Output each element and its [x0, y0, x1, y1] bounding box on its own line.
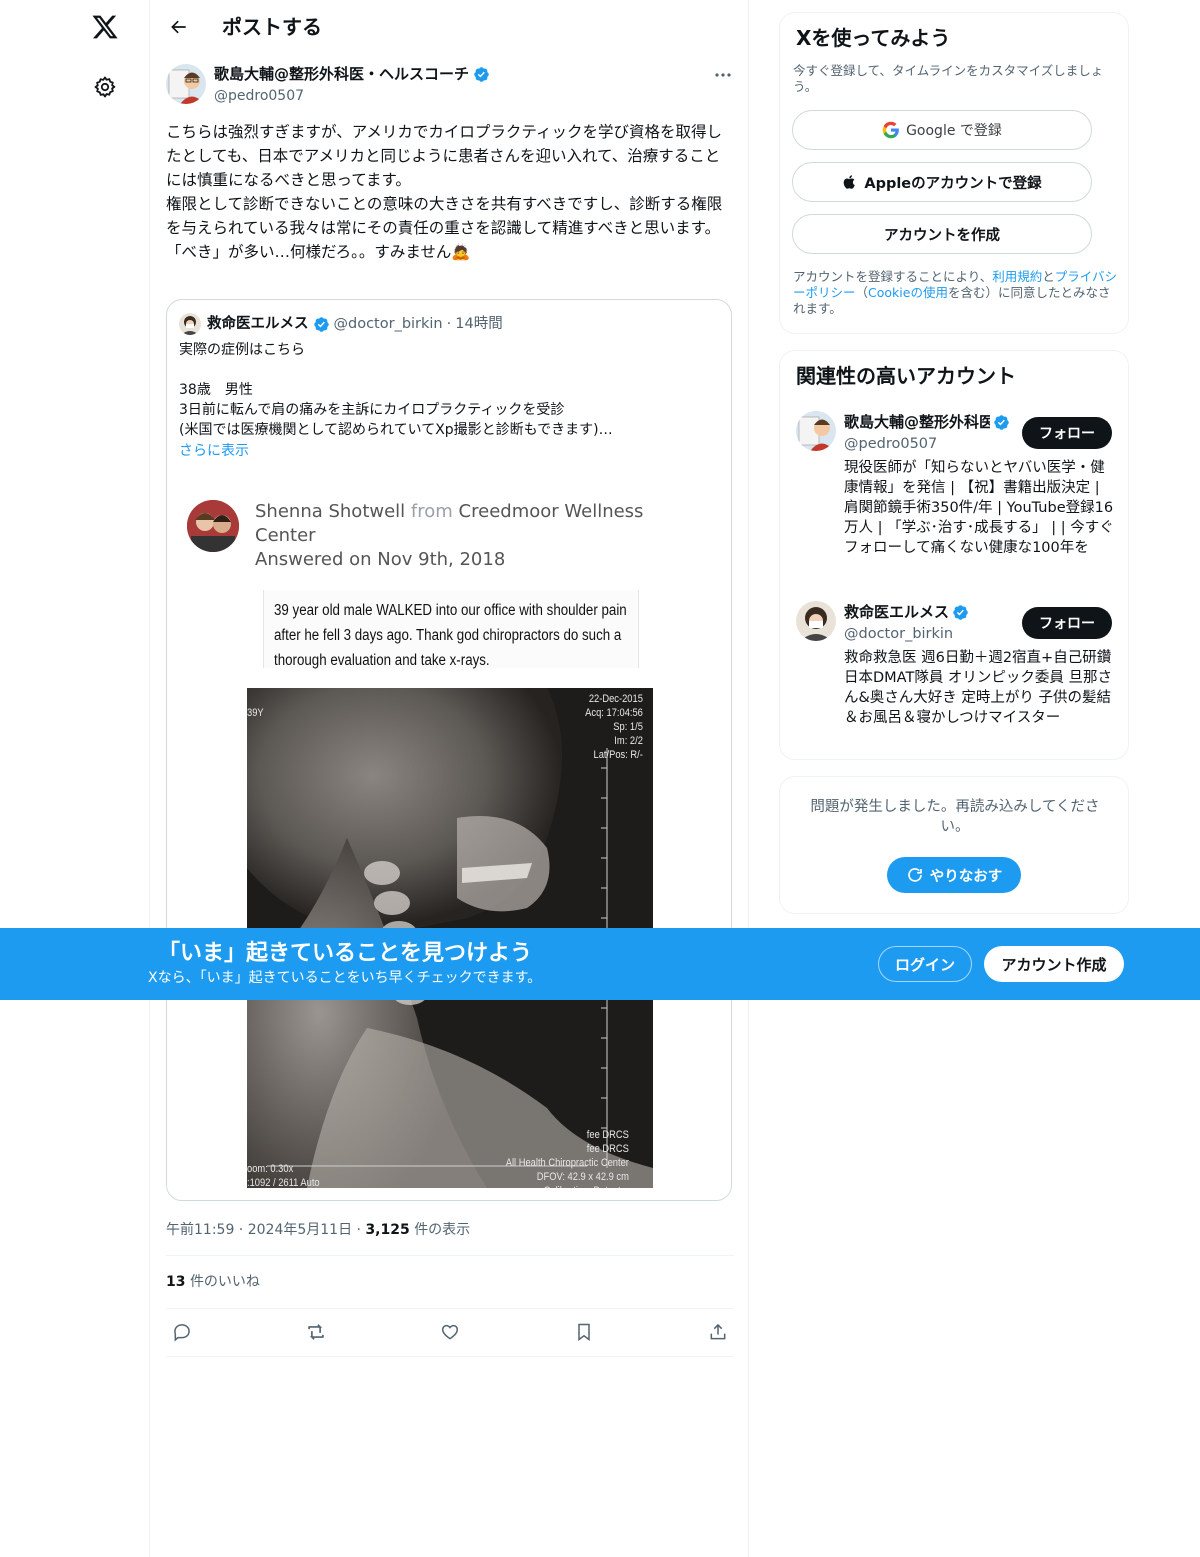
- terms-link[interactable]: 利用規約: [992, 269, 1042, 284]
- quote-text: 実際の症例はこちら 38歳 男性 3日前に転んで肩の痛みを主訴にカイロプラクティ…: [179, 342, 613, 438]
- verified-badge-icon: [474, 66, 489, 82]
- author-avatar[interactable]: [166, 64, 206, 104]
- reply-icon[interactable]: [168, 1318, 196, 1346]
- main-column: ポストする 歌島大輔@整形外科医・ヘルスコーチ @pedro0507 こちらは強…: [149, 0, 749, 1557]
- xray-label-top-right: 22-Dec-2015 Acq: 17:04:56 Sp: 1/5 Im: 2/…: [585, 693, 643, 761]
- repost-icon[interactable]: [302, 1318, 330, 1346]
- quote-dot: ·: [446, 316, 452, 332]
- signup-button[interactable]: アカウント作成: [984, 946, 1124, 982]
- post-time[interactable]: 午前11:59: [166, 1222, 234, 1238]
- error-message: 問題が発生しました。再読み込みしてください。: [810, 799, 1100, 835]
- related-bio: 現役医師が「知らないとヤバい医学・健康情報」を発信 | 【祝】書籍出版決定 | …: [844, 460, 1114, 556]
- follow-button[interactable]: フォロー: [1022, 417, 1112, 449]
- login-banner: 「いま」起きていることを見つけよう Xなら、「いま」起きていることをいち早くチェ…: [0, 928, 1200, 1000]
- xray-label-top-left: 39Y: [247, 707, 264, 719]
- related-name[interactable]: 歌島大輔@整形外科医・ヘルスコーチ: [844, 412, 1010, 432]
- related-accounts-card: 関連性の高いアカウント 歌島大輔@整形外科医・ヘルスコーチ @pedro0507…: [779, 350, 1129, 760]
- bookmark-icon[interactable]: [570, 1318, 598, 1346]
- terms-part-2: と: [1042, 269, 1055, 284]
- quoted-post[interactable]: 救命医エルメス @doctor_birkin · 14時間 実際の症例はこちら …: [166, 299, 732, 1201]
- terms-part-3: （: [855, 285, 869, 300]
- author-handle[interactable]: @pedro0507: [214, 86, 304, 106]
- apple-signup-label: Appleのアカウントで登録: [864, 175, 1042, 192]
- page-title: ポストする: [222, 15, 322, 39]
- related-bio: 救命救急医 週6日勤＋週2宿直+自己研鑽 日本DMAT隊員 オリンピック委員 旦…: [844, 650, 1116, 726]
- refresh-icon: [907, 868, 922, 882]
- related-name[interactable]: 救命医エルメス: [844, 602, 969, 622]
- quote-author-name[interactable]: 救命医エルメス: [207, 313, 309, 335]
- google-icon: [882, 121, 899, 139]
- quote-image[interactable]: Shenna Shotwell from Creedmoor Wellness …: [167, 478, 731, 1200]
- x-logo-icon[interactable]: [86, 8, 124, 46]
- share-icon[interactable]: [704, 1318, 732, 1346]
- apple-signup-button[interactable]: Appleのアカウントで登録: [792, 162, 1092, 202]
- answered-date: Answered on Nov 9th, 2018: [255, 549, 506, 570]
- follow-button[interactable]: フォロー: [1022, 607, 1112, 639]
- verified-badge-icon: [994, 414, 1009, 430]
- apple-icon: [844, 175, 856, 189]
- gear-icon[interactable]: [88, 70, 122, 104]
- author-name[interactable]: 歌島大輔@整形外科医・ヘルスコーチ: [214, 64, 490, 84]
- terms-text: アカウントを登録することにより、利用規約とプライバシーポリシー（Cookieの使…: [793, 269, 1118, 317]
- signup-card: Xを使ってみよう 今すぐ登録して、タイムラインをカスタマイズしましょう。 Goo…: [779, 12, 1129, 334]
- post-text: こちらは強烈すぎますが、アメリカでカイロプラクティックを学び資格を取得したとして…: [166, 123, 723, 261]
- answerer-from: from: [410, 501, 453, 522]
- arrow-left-icon[interactable]: [162, 10, 196, 44]
- related-name-text: 救命医エルメス: [844, 603, 950, 621]
- show-more-link[interactable]: さらに表示: [179, 441, 249, 461]
- signup-subtitle: 今すぐ登録して、タイムラインをカスタマイズしましょう。: [793, 63, 1104, 94]
- xray-label-bottom-right: fee DRCS fee DRCS All Health Chiropracti…: [505, 1129, 629, 1188]
- create-account-button[interactable]: アカウントを作成: [792, 214, 1092, 254]
- banner-title: 「いま」起きていることを見つけよう: [158, 941, 533, 966]
- likes-count: 13: [166, 1274, 186, 1290]
- xray-label-bottom-left: oom: 0.30x :1092 / 2611 Auto: [247, 1163, 320, 1188]
- answerer-name: Shenna Shotwell: [255, 501, 406, 522]
- answerer-avatar: [187, 500, 239, 552]
- related-title: 関連性の高いアカウント: [796, 364, 1016, 388]
- create-account-label: アカウントを作成: [884, 227, 1000, 244]
- likes-row[interactable]: 13 件のいいね: [166, 1272, 260, 1292]
- google-signup-button[interactable]: Google で登録: [792, 110, 1092, 150]
- image-note-text: 39 year old male WALKED into our office …: [274, 602, 627, 669]
- retry-label: やりなおす: [929, 868, 1003, 885]
- related-handle: @pedro0507: [844, 436, 938, 452]
- views-label: 件の表示: [414, 1222, 471, 1238]
- retry-button[interactable]: やりなおす: [887, 857, 1021, 893]
- divider: [166, 1308, 734, 1309]
- divider: [166, 1356, 734, 1357]
- verified-badge-icon: [953, 604, 968, 620]
- likes-label: 件のいいね: [189, 1274, 260, 1290]
- cookie-link[interactable]: Cookieの使用: [868, 285, 948, 300]
- signup-title: Xを使ってみよう: [796, 26, 951, 50]
- like-icon[interactable]: [436, 1318, 464, 1346]
- related-handle: @doctor_birkin: [844, 626, 954, 642]
- login-button[interactable]: ログイン: [878, 946, 972, 982]
- more-icon[interactable]: [706, 62, 740, 88]
- image-note-box: 39 year old male WALKED into our office …: [263, 590, 639, 669]
- related-avatar[interactable]: [796, 601, 836, 641]
- quote-header: 救命医エルメス @doctor_birkin · 14時間: [207, 313, 503, 335]
- verified-badge-icon: [313, 316, 329, 332]
- post-date[interactable]: 2024年5月11日: [248, 1222, 352, 1238]
- divider: [166, 1255, 734, 1256]
- error-card: 問題が発生しました。再読み込みしてください。 やりなおす: [779, 776, 1129, 914]
- views-count: 3,125: [365, 1222, 410, 1238]
- post-meta: 午前11:59 · 2024年5月11日 · 3,125 件の表示: [166, 1222, 471, 1238]
- related-avatar[interactable]: [796, 411, 836, 451]
- related-name-text: 歌島大輔@整形外科医・ヘルスコーチ: [844, 413, 990, 431]
- quote-avatar: [179, 313, 201, 335]
- answerer-line: Shenna Shotwell from Creedmoor Wellness …: [255, 500, 675, 548]
- author-name-text: 歌島大輔@整形外科医・ヘルスコーチ: [214, 65, 470, 83]
- banner-subtitle: Xなら、「いま」起きていることをいち早くチェックできます。: [148, 970, 542, 986]
- google-signup-label: Google で登録: [906, 123, 1002, 139]
- quote-author-handle: @doctor_birkin: [333, 316, 443, 332]
- quote-age: 14時間: [455, 316, 503, 332]
- terms-part-1: アカウントを登録することにより、: [793, 269, 993, 284]
